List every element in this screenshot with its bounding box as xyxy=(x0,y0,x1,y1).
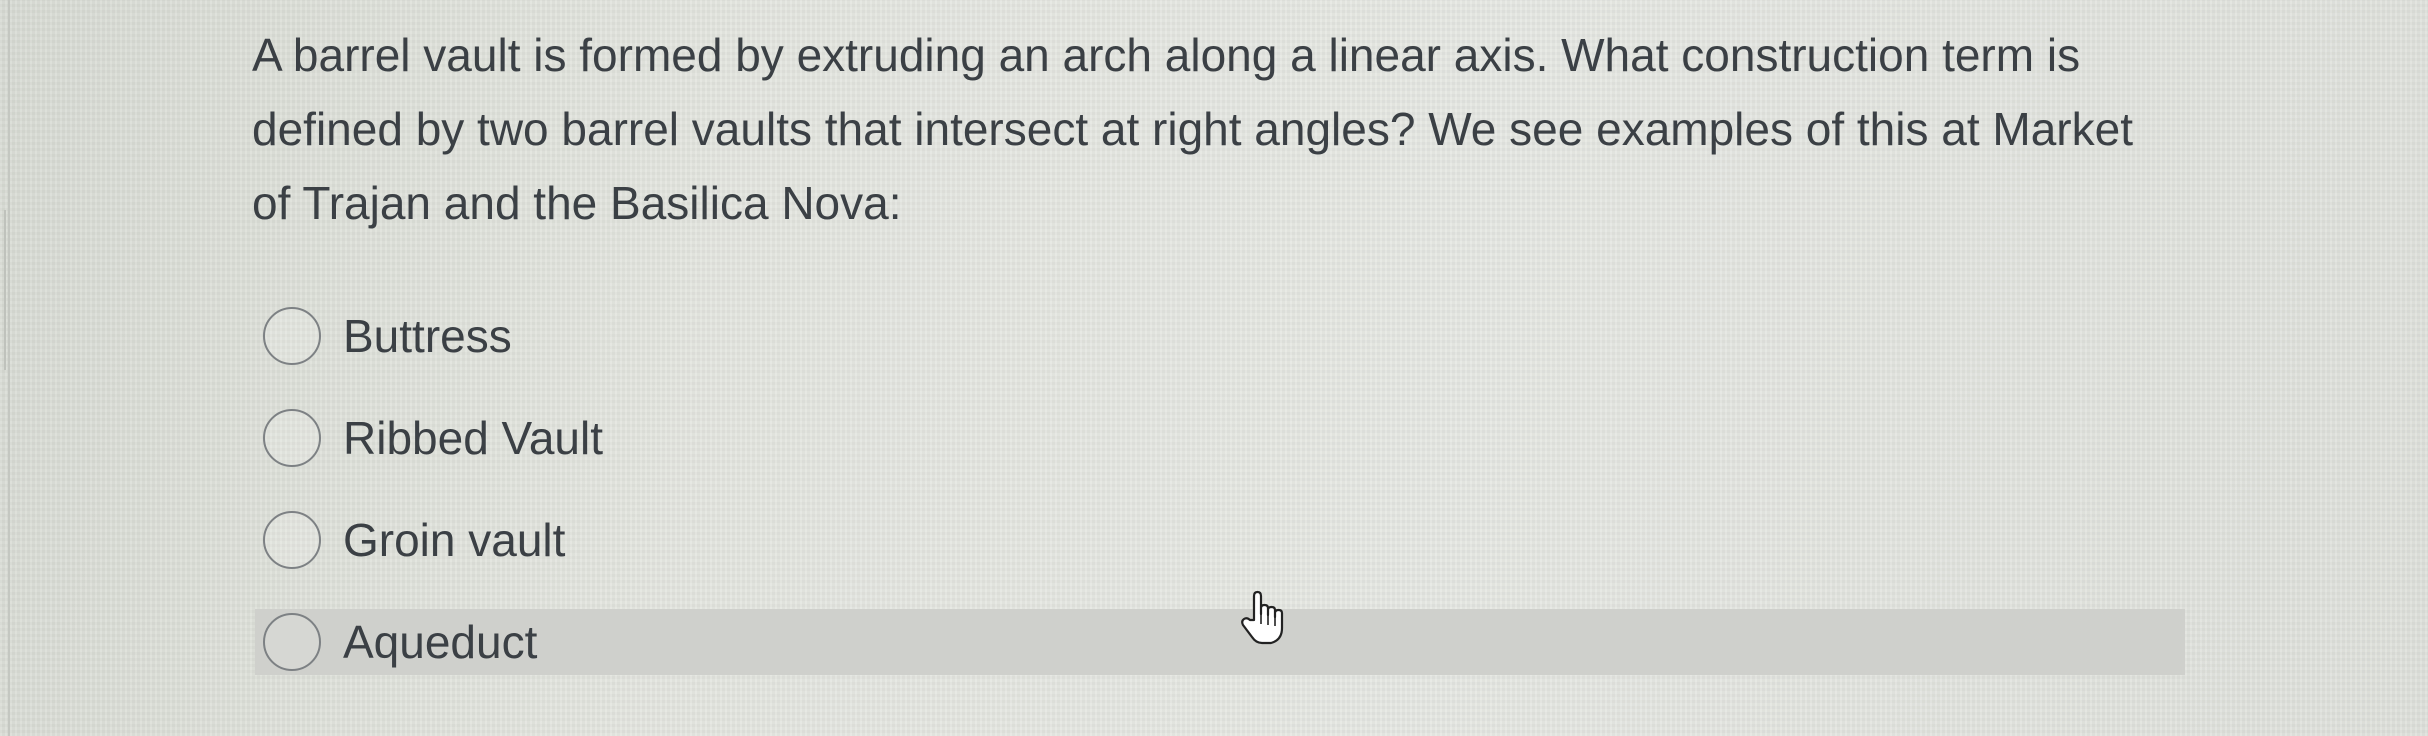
radio-button-icon[interactable] xyxy=(263,307,321,365)
left-frame-edge xyxy=(0,0,10,736)
option-aqueduct[interactable]: Aqueduct xyxy=(255,609,2185,675)
radio-button-icon[interactable] xyxy=(263,511,321,569)
option-label: Ribbed Vault xyxy=(343,412,603,464)
option-label: Buttress xyxy=(343,310,512,362)
option-label: Groin vault xyxy=(343,514,566,566)
radio-button-icon[interactable] xyxy=(263,613,321,671)
option-label: Aqueduct xyxy=(343,616,538,668)
answer-options: Buttress Ribbed Vault Groin vault Aquedu… xyxy=(255,303,2185,711)
hand-pointer-icon xyxy=(1241,590,1284,645)
option-groin-vault[interactable]: Groin vault xyxy=(255,507,2185,573)
question-text: A barrel vault is formed by extruding an… xyxy=(252,29,2133,229)
option-ribbed-vault[interactable]: Ribbed Vault xyxy=(255,405,2185,471)
option-buttress[interactable]: Buttress xyxy=(255,303,2185,369)
radio-button-icon[interactable] xyxy=(263,409,321,467)
